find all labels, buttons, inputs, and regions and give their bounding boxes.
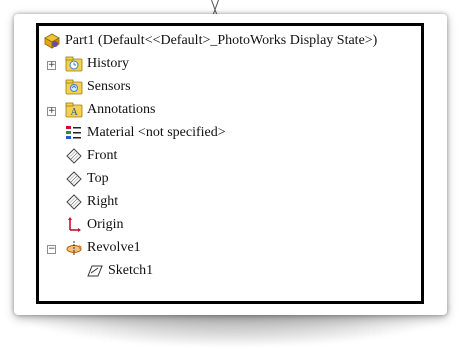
plane-icon (65, 147, 83, 165)
tree-item-label: Sensors (87, 79, 131, 94)
tree-item-origin[interactable]: Origin (65, 214, 124, 236)
sketch-icon (86, 262, 104, 280)
tree-item-annotations[interactable]: A Annotations (65, 99, 155, 121)
tree-item-label: Origin (87, 217, 124, 232)
tree-item-top-plane[interactable]: Top (65, 168, 109, 190)
annotations-icon: A (65, 101, 83, 119)
tree-item-label: Front (87, 148, 118, 163)
tree-item-right-plane[interactable]: Right (65, 191, 118, 213)
tree-item-label: Material <not specified> (87, 125, 226, 140)
sensor-icon (65, 78, 83, 96)
tree-item-front-plane[interactable]: Front (65, 145, 117, 167)
tree-item-label: Sketch1 (108, 263, 154, 278)
tree-item-label: Revolve1 (87, 240, 141, 255)
tree-root-label: Part1 (Default<<Default>_PhotoWorks Disp… (65, 33, 378, 48)
svg-text:A: A (71, 107, 79, 118)
feature-manager-tree: Part1 (Default<<Default>_PhotoWorks Disp… (36, 23, 424, 304)
plane-icon (65, 170, 83, 188)
tree-item-sensors[interactable]: Sensors (65, 76, 131, 98)
part-icon (43, 32, 61, 50)
tree-item-label: Annotations (87, 102, 156, 117)
tree-item-material[interactable]: Material <not specified> (65, 122, 226, 144)
tree-item-sketch1[interactable]: Sketch1 (86, 260, 153, 282)
origin-icon (65, 216, 83, 234)
plane-icon (65, 193, 83, 211)
history-expand-toggle[interactable]: + (47, 61, 56, 70)
history-folder-icon (65, 55, 83, 73)
tree-item-history[interactable]: History (65, 53, 129, 75)
revolve-icon (65, 239, 83, 257)
material-icon (65, 124, 83, 142)
tree-item-label: Top (87, 171, 109, 186)
annotations-expand-toggle[interactable]: + (47, 107, 56, 116)
revolve-collapse-toggle[interactable]: − (47, 245, 56, 254)
tree-item-label: History (87, 56, 129, 71)
tree-root-part[interactable]: Part1 (Default<<Default>_PhotoWorks Disp… (43, 30, 377, 52)
screenshot-card: Part1 (Default<<Default>_PhotoWorks Disp… (14, 14, 447, 315)
tree-item-label: Right (87, 194, 119, 209)
tree-item-revolve1[interactable]: Revolve1 (65, 237, 141, 259)
